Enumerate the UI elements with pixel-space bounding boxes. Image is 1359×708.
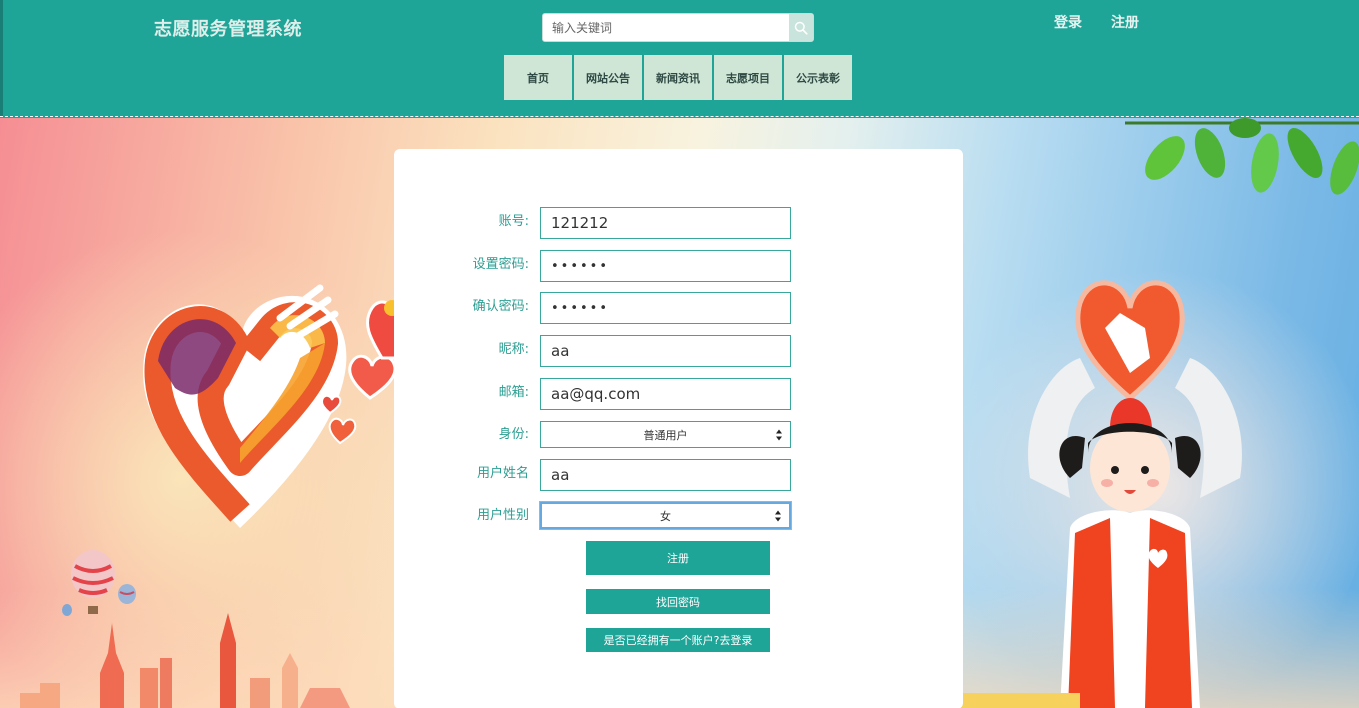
gender-label: 用户性别 [476,508,529,523]
header-left-edge [0,0,3,117]
register-form-card: 账号: 121212 设置密码: •••••• 确认密码: •••••• 昵称:… [394,149,963,708]
nav-item-announcements[interactable]: 网站公告 [574,55,642,100]
top-header: 志愿服务管理系统 登录 注册 首页 网站公告 新闻资讯 志愿项目 公示表彰 [0,0,1359,117]
register-link[interactable]: 注册 [1111,12,1139,32]
nav-item-public-honors[interactable]: 公示表彰 [784,55,852,100]
username-label: 用户姓名 [476,466,529,481]
site-title: 志愿服务管理系统 [154,19,302,40]
search-icon [794,21,808,35]
login-link[interactable]: 登录 [1054,12,1082,32]
select-arrows-icon [775,510,781,521]
account-label: 账号: [498,214,529,229]
password-input[interactable]: •••••• [540,250,791,282]
go-to-login-button[interactable]: 是否已经拥有一个账户?去登录 [586,628,770,652]
confirm-password-input[interactable]: •••••• [540,292,791,324]
identity-select-value: 普通用户 [643,428,688,442]
header-divider [0,116,1359,117]
username-input[interactable]: aa [540,459,791,491]
nickname-input[interactable]: aa [540,335,791,367]
recover-password-button[interactable]: 找回密码 [586,589,770,614]
search-box [542,13,814,42]
email-input[interactable]: aa@qq.com [540,378,791,410]
search-input[interactable] [543,14,790,41]
select-arrows-icon [776,429,782,440]
main-nav: 首页 网站公告 新闻资讯 志愿项目 公示表彰 [504,55,854,100]
email-label: 邮箱: [498,385,529,400]
confirm-password-label: 确认密码: [472,299,529,314]
leaves-decoration [1125,118,1359,195]
search-button[interactable] [789,14,813,41]
gender-select[interactable]: 女 [539,501,792,530]
gender-select-value: 女 [660,509,671,523]
nickname-label: 昵称: [498,342,529,357]
nav-item-news[interactable]: 新闻资讯 [644,55,712,100]
volunteer-girl-illustration [1028,280,1242,708]
identity-select[interactable]: 普通用户 [540,421,791,448]
small-hearts-decoration [320,300,400,445]
city-skyline-decoration [20,613,350,708]
password-label: 设置密码: [472,257,529,272]
register-button[interactable]: 注册 [586,541,770,575]
identity-label: 身份: [498,427,529,442]
nav-item-volunteer-projects[interactable]: 志愿项目 [714,55,782,100]
account-input[interactable]: 121212 [540,207,791,239]
nav-item-home[interactable]: 首页 [504,55,572,100]
